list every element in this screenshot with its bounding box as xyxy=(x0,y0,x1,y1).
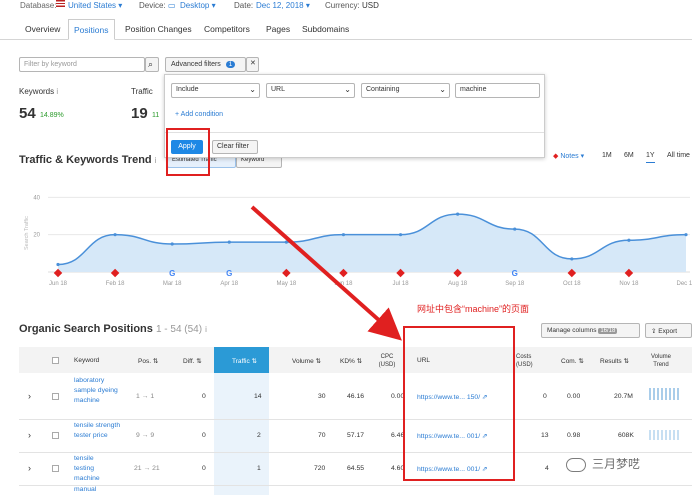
chevron-down-icon: ⌄ xyxy=(439,85,446,94)
annotation-text: 网址中包含“machine”的页面 xyxy=(417,304,530,314)
advanced-filter-popup: Include ⌄ URL ⌄ Containing ⌄ machine + Add … xyxy=(164,74,545,158)
chevron-down-icon: ⌄ xyxy=(249,85,256,94)
field-select[interactable]: URL ⌄ xyxy=(266,83,355,98)
clear-filter-button[interactable]: Clear filter xyxy=(212,140,258,154)
apply-highlight xyxy=(166,128,210,176)
popup-divider xyxy=(165,132,544,133)
filter-value-input[interactable]: machine xyxy=(455,83,540,98)
watermark: 三月梦呓 xyxy=(566,455,640,472)
wechat-icon xyxy=(566,457,586,472)
chevron-down-icon: ⌄ xyxy=(344,85,351,94)
add-condition-link[interactable]: + Add condition xyxy=(175,111,223,118)
include-select[interactable]: Include ⌄ xyxy=(171,83,260,98)
condition-select[interactable]: Containing ⌄ xyxy=(361,83,450,98)
